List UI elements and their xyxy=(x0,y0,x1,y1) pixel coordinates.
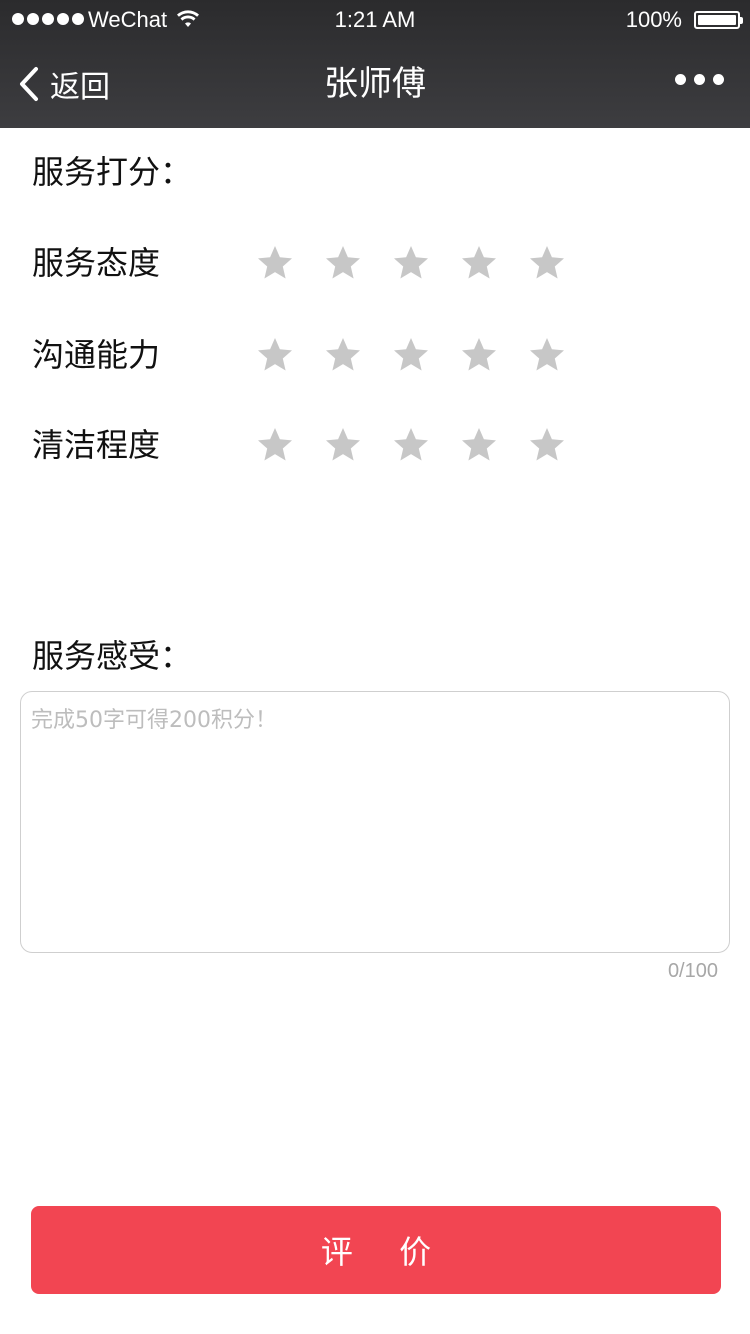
status-bar: WeChat 1:21 AM 100% xyxy=(0,0,750,40)
star-icon[interactable] xyxy=(392,336,430,374)
star-icon[interactable] xyxy=(460,244,498,282)
star-icon[interactable] xyxy=(392,244,430,282)
battery-percentage: 100% xyxy=(625,7,682,32)
star-icon[interactable] xyxy=(528,244,566,282)
rating-label: 清洁程度 xyxy=(32,426,161,464)
more-dots-icon[interactable] xyxy=(675,74,724,85)
star-icon[interactable] xyxy=(256,244,294,282)
character-counter: 0/100 xyxy=(667,960,718,982)
star-icon[interactable] xyxy=(324,244,362,282)
star-rating xyxy=(256,336,596,374)
star-icon[interactable] xyxy=(324,426,362,464)
star-icon[interactable] xyxy=(460,336,498,374)
navigation-bar: 返回 张师傅 xyxy=(0,40,750,128)
submit-review-button[interactable]: 评 价 xyxy=(31,1206,721,1294)
rating-row-attitude: 服务态度 xyxy=(32,238,712,288)
star-icon[interactable] xyxy=(392,426,430,464)
star-icon[interactable] xyxy=(256,336,294,374)
feedback-heading: 服务感受： xyxy=(32,637,193,675)
star-icon[interactable] xyxy=(528,336,566,374)
rating-label: 沟通能力 xyxy=(32,336,161,374)
star-rating xyxy=(256,426,596,464)
battery-icon xyxy=(694,11,743,29)
star-icon[interactable] xyxy=(528,426,566,464)
page-title: 张师傅 xyxy=(324,64,426,104)
feedback-textarea[interactable] xyxy=(20,691,730,953)
star-rating xyxy=(256,244,596,282)
top-bar: WeChat 1:21 AM 100% 返回 张师傅 xyxy=(0,0,750,128)
rating-row-cleanliness: 清洁程度 xyxy=(32,420,712,470)
rating-heading: 服务打分： xyxy=(32,153,193,191)
rating-row-communication: 沟通能力 xyxy=(32,330,712,380)
star-icon[interactable] xyxy=(256,426,294,464)
star-icon[interactable] xyxy=(460,426,498,464)
rating-label: 服务态度 xyxy=(32,244,161,282)
star-icon[interactable] xyxy=(324,336,362,374)
